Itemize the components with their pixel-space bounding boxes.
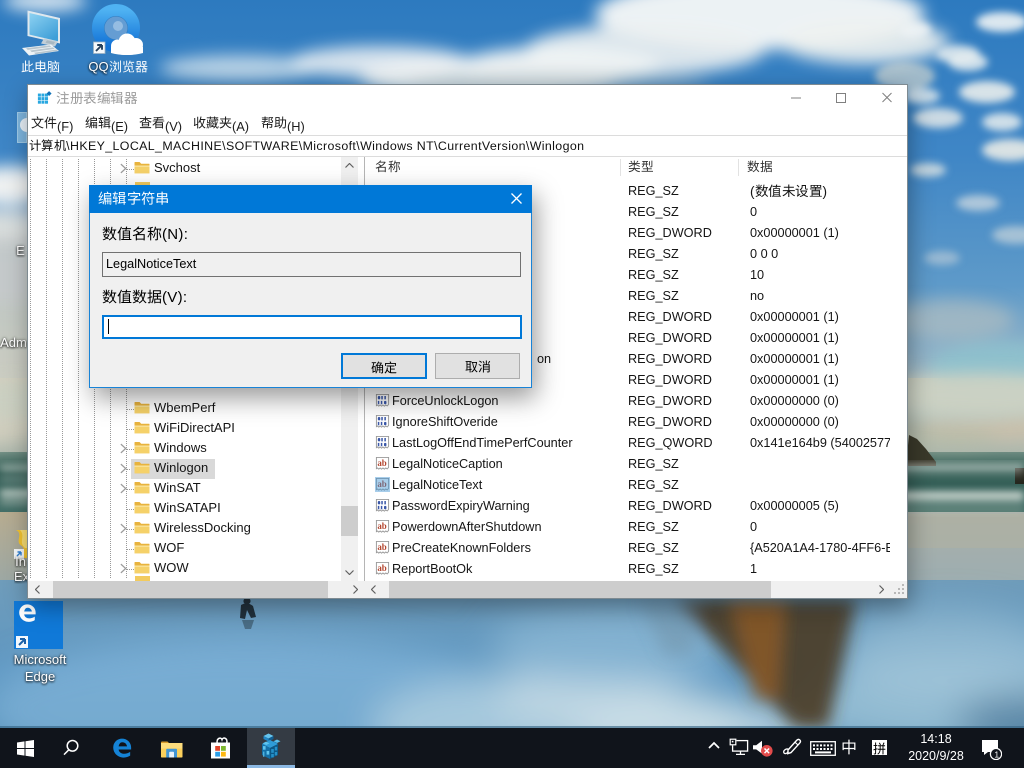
svg-text:1: 1 <box>994 749 999 759</box>
